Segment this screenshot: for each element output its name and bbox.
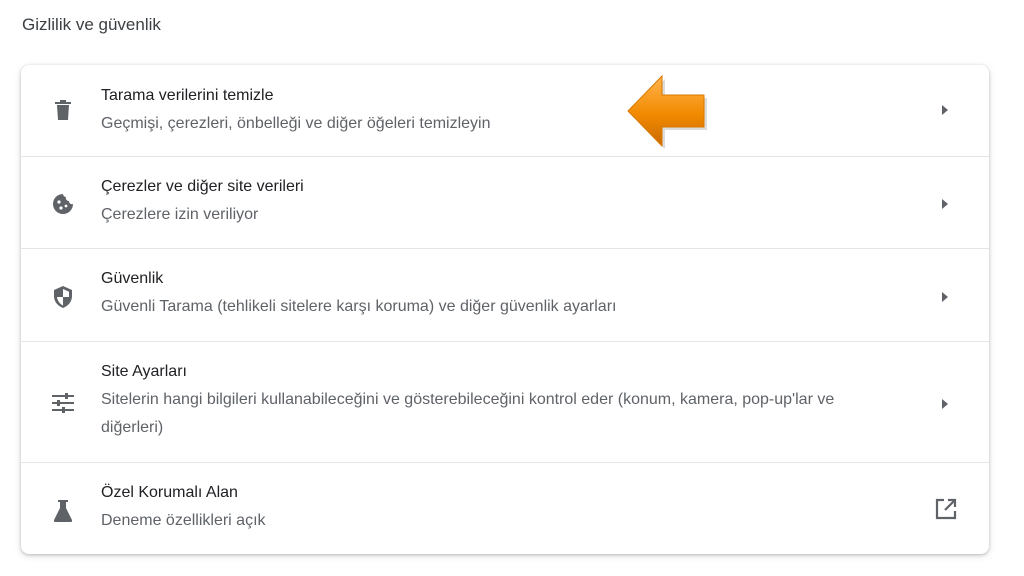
- privacy-security-card: Tarama verilerini temizle Geçmişi, çerez…: [21, 65, 989, 554]
- site-settings-row[interactable]: Site Ayarları Sitelerin hangi bilgileri …: [21, 341, 989, 463]
- chevron-right-icon: [937, 196, 953, 212]
- privacy-sandbox-row[interactable]: Özel Korumalı Alan Deneme özellikleri aç…: [21, 462, 989, 554]
- clear-browsing-data-row[interactable]: Tarama verilerini temizle Geçmişi, çerez…: [21, 65, 989, 156]
- row-sublabel: Çerezlere izin veriliyor: [101, 206, 259, 223]
- flask-icon: [51, 499, 75, 523]
- chevron-right-icon: [937, 102, 953, 118]
- row-label: Özel Korumalı Alan: [101, 484, 238, 501]
- section-title: Gizlilik ve güvenlik: [22, 15, 161, 34]
- row-sublabel: Deneme özellikleri açık: [101, 512, 266, 529]
- row-label: Çerezler ve diğer site verileri: [101, 178, 304, 195]
- cookies-row[interactable]: Çerezler ve diğer site verileri Çerezler…: [21, 156, 989, 249]
- shield-icon: [51, 285, 75, 309]
- open-in-new-icon[interactable]: [934, 497, 958, 521]
- row-sublabel: Güvenli Tarama (tehlikeli sitelere karşı…: [101, 298, 617, 315]
- row-sublabel: Geçmişi, çerezleri, önbelleği ve diğer ö…: [101, 115, 491, 132]
- sliders-icon: [51, 391, 75, 415]
- chevron-right-icon: [937, 396, 953, 412]
- row-label: Güvenlik: [101, 270, 164, 287]
- cookie-icon: [51, 192, 75, 216]
- row-label: Tarama verilerini temizle: [101, 87, 274, 104]
- annotation-arrow-icon: [624, 72, 710, 155]
- security-row[interactable]: Güvenlik Güvenli Tarama (tehlikeli sitel…: [21, 248, 989, 342]
- trash-icon: [51, 98, 75, 122]
- row-label: Site Ayarları: [101, 363, 187, 380]
- row-sublabel: Sitelerin hangi bilgileri kullanabileceğ…: [101, 391, 835, 436]
- chevron-right-icon: [937, 289, 953, 305]
